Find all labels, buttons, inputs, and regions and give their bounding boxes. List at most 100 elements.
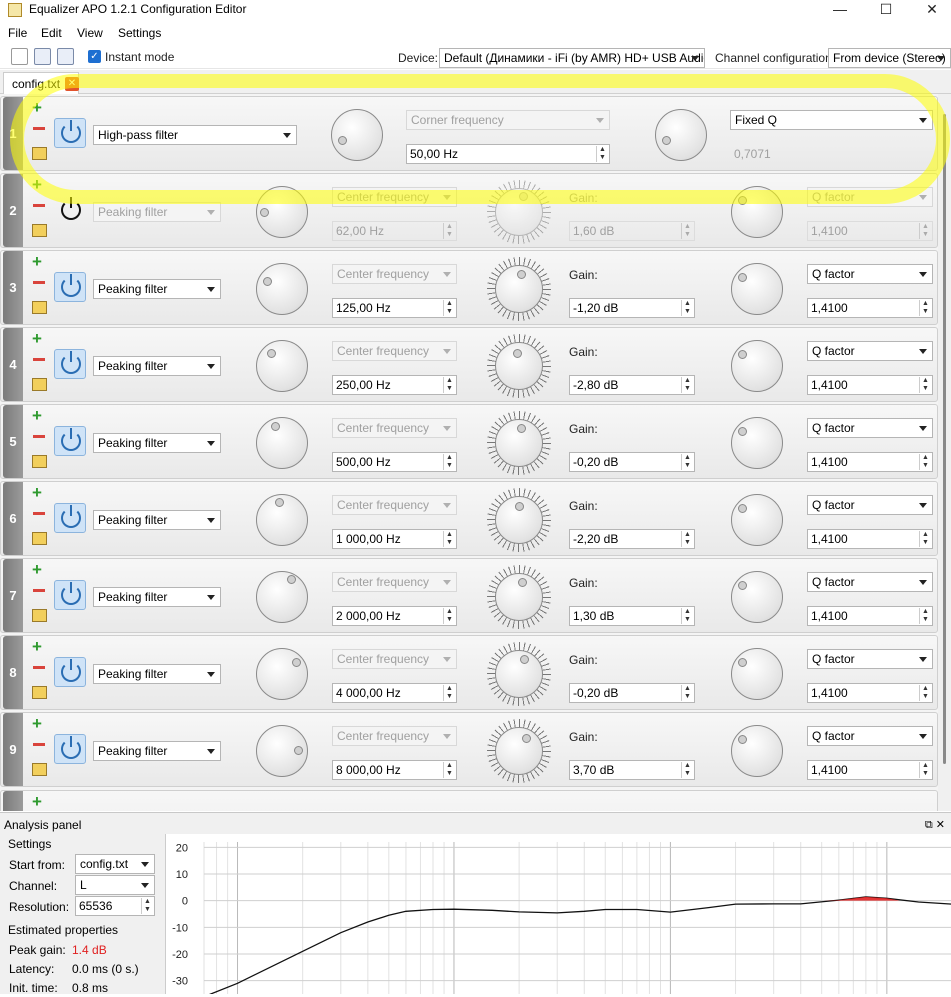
maximize-button[interactable]: ☐ <box>863 0 909 22</box>
edit-filter-icon[interactable] <box>32 147 47 160</box>
q-input[interactable]: 1,4100 ▲ ▼ <box>807 452 933 472</box>
frequency-label-select[interactable]: Center frequency <box>332 495 457 515</box>
spin-arrows-icon[interactable]: ▲ ▼ <box>681 223 693 239</box>
frequency-input[interactable]: 125,00 Hz ▲ ▼ <box>332 298 457 318</box>
q-knob[interactable] <box>731 571 783 623</box>
frequency-label-select[interactable]: Center frequency <box>332 572 457 592</box>
power-toggle[interactable] <box>54 580 86 610</box>
q-type-select[interactable]: Q factor <box>807 341 933 361</box>
gain-input[interactable]: 3,70 dB ▲ ▼ <box>569 760 695 780</box>
spin-arrows-icon[interactable]: ▲ ▼ <box>681 685 693 701</box>
remove-filter-icon[interactable] <box>33 127 45 130</box>
new-file-icon[interactable] <box>11 48 28 65</box>
edit-filter-icon[interactable] <box>32 455 47 468</box>
spin-arrows-icon[interactable]: ▲ ▼ <box>681 377 693 393</box>
remove-filter-icon[interactable] <box>33 512 45 515</box>
save-icon[interactable] <box>34 48 51 65</box>
gain-knob[interactable] <box>487 180 551 244</box>
remove-filter-icon[interactable] <box>33 666 45 669</box>
spin-arrows-icon[interactable]: ▲ ▼ <box>443 377 455 393</box>
spin-arrows-icon[interactable]: ▲ ▼ <box>919 454 931 470</box>
edit-filter-icon[interactable] <box>32 301 47 314</box>
q-knob[interactable] <box>731 648 783 700</box>
spin-arrows-icon[interactable]: ▲ ▼ <box>919 685 931 701</box>
spin-arrows-icon[interactable]: ▲ ▼ <box>443 608 455 624</box>
filter-type-select[interactable]: Peaking filter <box>93 587 221 607</box>
close-button[interactable]: ✕ <box>909 0 951 22</box>
spin-arrows-icon[interactable]: ▲ ▼ <box>919 223 931 239</box>
q-type-select[interactable]: Q factor <box>807 418 933 438</box>
spin-arrows-icon[interactable]: ▲ ▼ <box>596 146 608 162</box>
frequency-knob[interactable] <box>256 340 308 392</box>
spin-arrows-icon[interactable]: ▲ ▼ <box>443 454 455 470</box>
edit-filter-icon[interactable] <box>32 686 47 699</box>
edit-filter-icon[interactable] <box>32 532 47 545</box>
resolution-input[interactable]: 65536 ▲ ▼ <box>75 896 155 916</box>
frequency-label-select[interactable]: Center frequency <box>332 418 457 438</box>
gain-knob[interactable] <box>487 411 551 475</box>
q-knob[interactable] <box>731 340 783 392</box>
add-filter-icon[interactable]: + <box>32 638 42 655</box>
spin-arrows-icon[interactable]: ▲ ▼ <box>919 300 931 316</box>
menu-file[interactable]: File <box>8 26 27 40</box>
frequency-knob[interactable] <box>256 186 308 238</box>
frequency-knob[interactable] <box>256 263 308 315</box>
spin-arrows-icon[interactable]: ▲ ▼ <box>443 531 455 547</box>
frequency-label-select[interactable]: Center frequency <box>332 341 457 361</box>
q-type-select[interactable]: Q factor <box>807 264 933 284</box>
power-toggle[interactable] <box>54 426 86 456</box>
power-toggle[interactable] <box>54 272 86 302</box>
q-type-select[interactable]: Q factor <box>807 187 933 207</box>
add-filter-icon[interactable]: + <box>32 330 42 347</box>
frequency-input[interactable]: 62,00 Hz ▲ ▼ <box>332 221 457 241</box>
device-select[interactable]: Default (Динамики - iFi (by AMR) HD+ USB… <box>439 48 705 68</box>
start-from-select[interactable]: config.txt <box>75 854 155 874</box>
panel-float-close-icons[interactable]: ⧉ ✕ <box>925 818 945 832</box>
frequency-knob[interactable] <box>256 571 308 623</box>
frequency-label-select[interactable]: Center frequency <box>332 649 457 669</box>
channel-select[interactable]: L <box>75 875 155 895</box>
spin-arrows-icon[interactable]: ▲ ▼ <box>681 762 693 778</box>
remove-filter-icon[interactable] <box>33 281 45 284</box>
frequency-input[interactable]: 50,00 Hz ▲ ▼ <box>406 144 610 164</box>
spin-arrows-icon[interactable]: ▲ ▼ <box>681 454 693 470</box>
gain-knob[interactable] <box>487 257 551 321</box>
spin-arrows-icon[interactable]: ▲ ▼ <box>681 300 693 316</box>
frequency-label-select[interactable]: Center frequency <box>332 187 457 207</box>
power-toggle[interactable] <box>54 118 86 148</box>
filter-type-select[interactable]: Peaking filter <box>93 664 221 684</box>
frequency-knob[interactable] <box>256 648 308 700</box>
filter-type-select[interactable]: Peaking filter <box>93 433 221 453</box>
frequency-input[interactable]: 250,00 Hz ▲ ▼ <box>332 375 457 395</box>
gain-knob[interactable] <box>487 719 551 783</box>
filter-type-select[interactable]: Peaking filter <box>93 741 221 761</box>
frequency-knob[interactable] <box>331 109 383 161</box>
power-toggle[interactable] <box>54 734 86 764</box>
filter-type-select[interactable]: Peaking filter <box>93 356 221 376</box>
q-knob[interactable] <box>731 186 783 238</box>
gain-input[interactable]: -2,80 dB ▲ ▼ <box>569 375 695 395</box>
frequency-input[interactable]: 2 000,00 Hz ▲ ▼ <box>332 606 457 626</box>
channel-config-select[interactable]: From device (Stereo) <box>828 48 951 68</box>
spin-arrows-icon[interactable]: ▲ ▼ <box>681 531 693 547</box>
q-input[interactable]: 1,4100 ▲ ▼ <box>807 221 933 241</box>
spin-arrows-icon[interactable]: ▲ ▼ <box>919 531 931 547</box>
gain-input[interactable]: 1,30 dB ▲ ▼ <box>569 606 695 626</box>
q-knob[interactable] <box>655 109 707 161</box>
q-type-select[interactable]: Fixed Q <box>730 110 933 130</box>
frequency-label-select[interactable]: Center frequency <box>332 264 457 284</box>
gain-input[interactable]: -2,20 dB ▲ ▼ <box>569 529 695 549</box>
q-input[interactable]: 1,4100 ▲ ▼ <box>807 298 933 318</box>
gain-knob[interactable] <box>487 488 551 552</box>
gain-input[interactable]: 1,60 dB ▲ ▼ <box>569 221 695 241</box>
save-as-icon[interactable] <box>57 48 74 65</box>
gain-input[interactable]: -0,20 dB ▲ ▼ <box>569 683 695 703</box>
q-input[interactable]: 1,4100 ▲ ▼ <box>807 606 933 626</box>
frequency-label-select[interactable]: Center frequency <box>332 726 457 746</box>
q-input[interactable]: 1,4100 ▲ ▼ <box>807 375 933 395</box>
spin-arrows-icon[interactable]: ▲ ▼ <box>443 223 455 239</box>
scrollbar-thumb[interactable] <box>943 114 946 764</box>
spin-arrows-icon[interactable]: ▲ ▼ <box>919 608 931 624</box>
minimize-button[interactable]: — <box>817 0 863 22</box>
power-toggle[interactable] <box>54 195 86 225</box>
